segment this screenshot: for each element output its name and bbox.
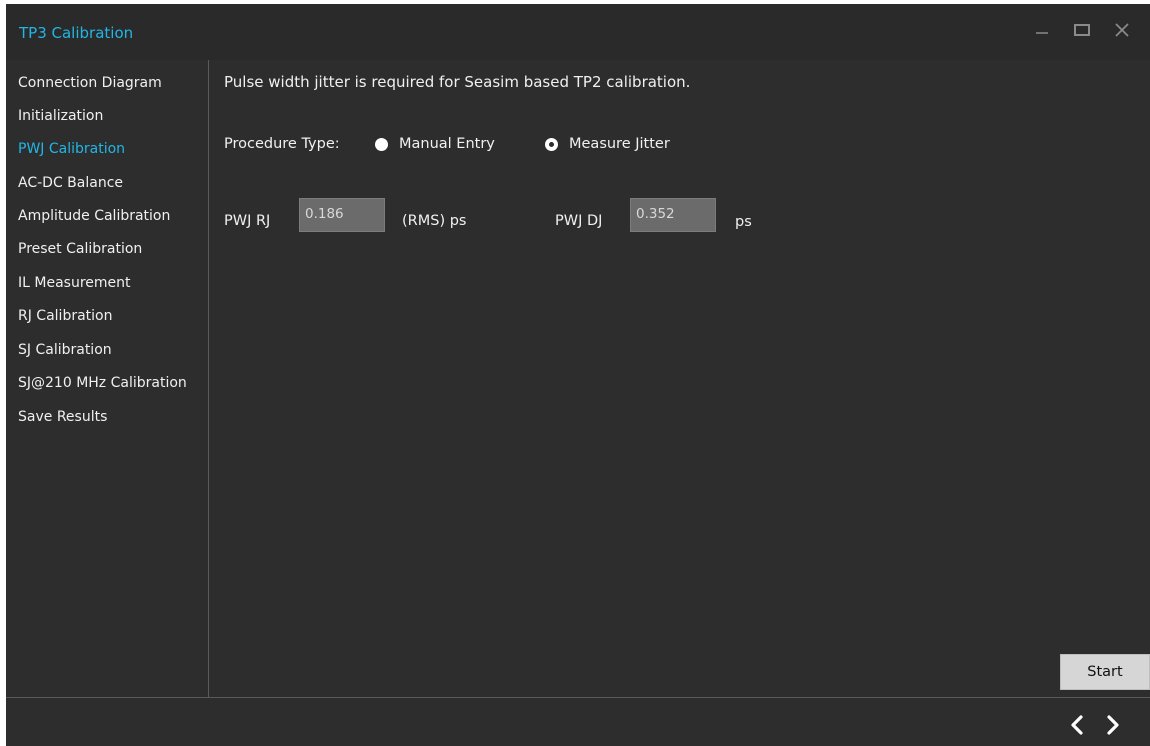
minimize-icon: [1036, 32, 1048, 34]
close-icon: [1115, 23, 1129, 37]
main-panel: Pulse width jitter is required for Seasi…: [209, 60, 1150, 697]
chevron-right-icon: [1107, 715, 1119, 735]
start-button[interactable]: Start: [1060, 654, 1150, 690]
minimize-button[interactable]: [1026, 16, 1058, 44]
sidebar-item-rj-calibration[interactable]: RJ Calibration: [18, 308, 112, 324]
sidebar-item-preset-calibration[interactable]: Preset Calibration: [18, 241, 142, 257]
sidebar-item-sj-calibration[interactable]: SJ Calibration: [18, 342, 112, 358]
radio-measure-jitter-label: Measure Jitter: [569, 136, 670, 152]
pwj-dj-label: PWJ DJ: [555, 213, 603, 229]
pwj-rj-unit: (RMS) ps: [402, 213, 467, 229]
radio-measure-jitter[interactable]: Measure Jitter: [545, 136, 670, 152]
sidebar-item-il-measurement[interactable]: IL Measurement: [18, 275, 131, 291]
sidebar-item-pwj-calibration[interactable]: PWJ Calibration: [18, 141, 125, 157]
maximize-icon: [1074, 24, 1090, 36]
sidebar-item-save-results[interactable]: Save Results: [18, 409, 107, 425]
pwj-rj-label: PWJ RJ: [224, 213, 271, 229]
chevron-left-icon: [1071, 715, 1083, 735]
sidebar-item-amplitude-calibration[interactable]: Amplitude Calibration: [18, 208, 170, 224]
sidebar-item-ac-dc-balance[interactable]: AC-DC Balance: [18, 175, 123, 191]
pwj-rj-field[interactable]: 0.186: [299, 198, 385, 232]
pwj-dj-unit: ps: [735, 214, 752, 230]
page-description: Pulse width jitter is required for Seasi…: [224, 73, 691, 91]
next-step-button[interactable]: [1101, 710, 1125, 740]
close-button[interactable]: [1106, 16, 1138, 44]
procedure-type-label: Procedure Type:: [224, 136, 340, 152]
window-title: TP3 Calibration: [19, 24, 134, 42]
maximize-button[interactable]: [1066, 16, 1098, 44]
title-bar: TP3 Calibration: [6, 4, 1150, 60]
radio-unselected-icon: [375, 137, 388, 151]
calibration-window: TP3 Calibration Connection Diagram Initi…: [6, 4, 1150, 746]
sidebar-item-initialization[interactable]: Initialization: [18, 108, 103, 124]
previous-step-button[interactable]: [1065, 710, 1089, 740]
footer-bar: [6, 697, 1150, 746]
sidebar-item-connection-diagram[interactable]: Connection Diagram: [18, 75, 162, 91]
sidebar-item-sj-210mhz-calibration[interactable]: SJ@210 MHz Calibration: [18, 375, 187, 391]
radio-manual-entry-label: Manual Entry: [399, 136, 495, 152]
step-sidebar: Connection Diagram Initialization PWJ Ca…: [6, 60, 209, 697]
pwj-dj-field[interactable]: 0.352: [630, 198, 716, 232]
radio-selected-icon: [545, 137, 558, 151]
radio-manual-entry[interactable]: Manual Entry: [375, 136, 495, 152]
